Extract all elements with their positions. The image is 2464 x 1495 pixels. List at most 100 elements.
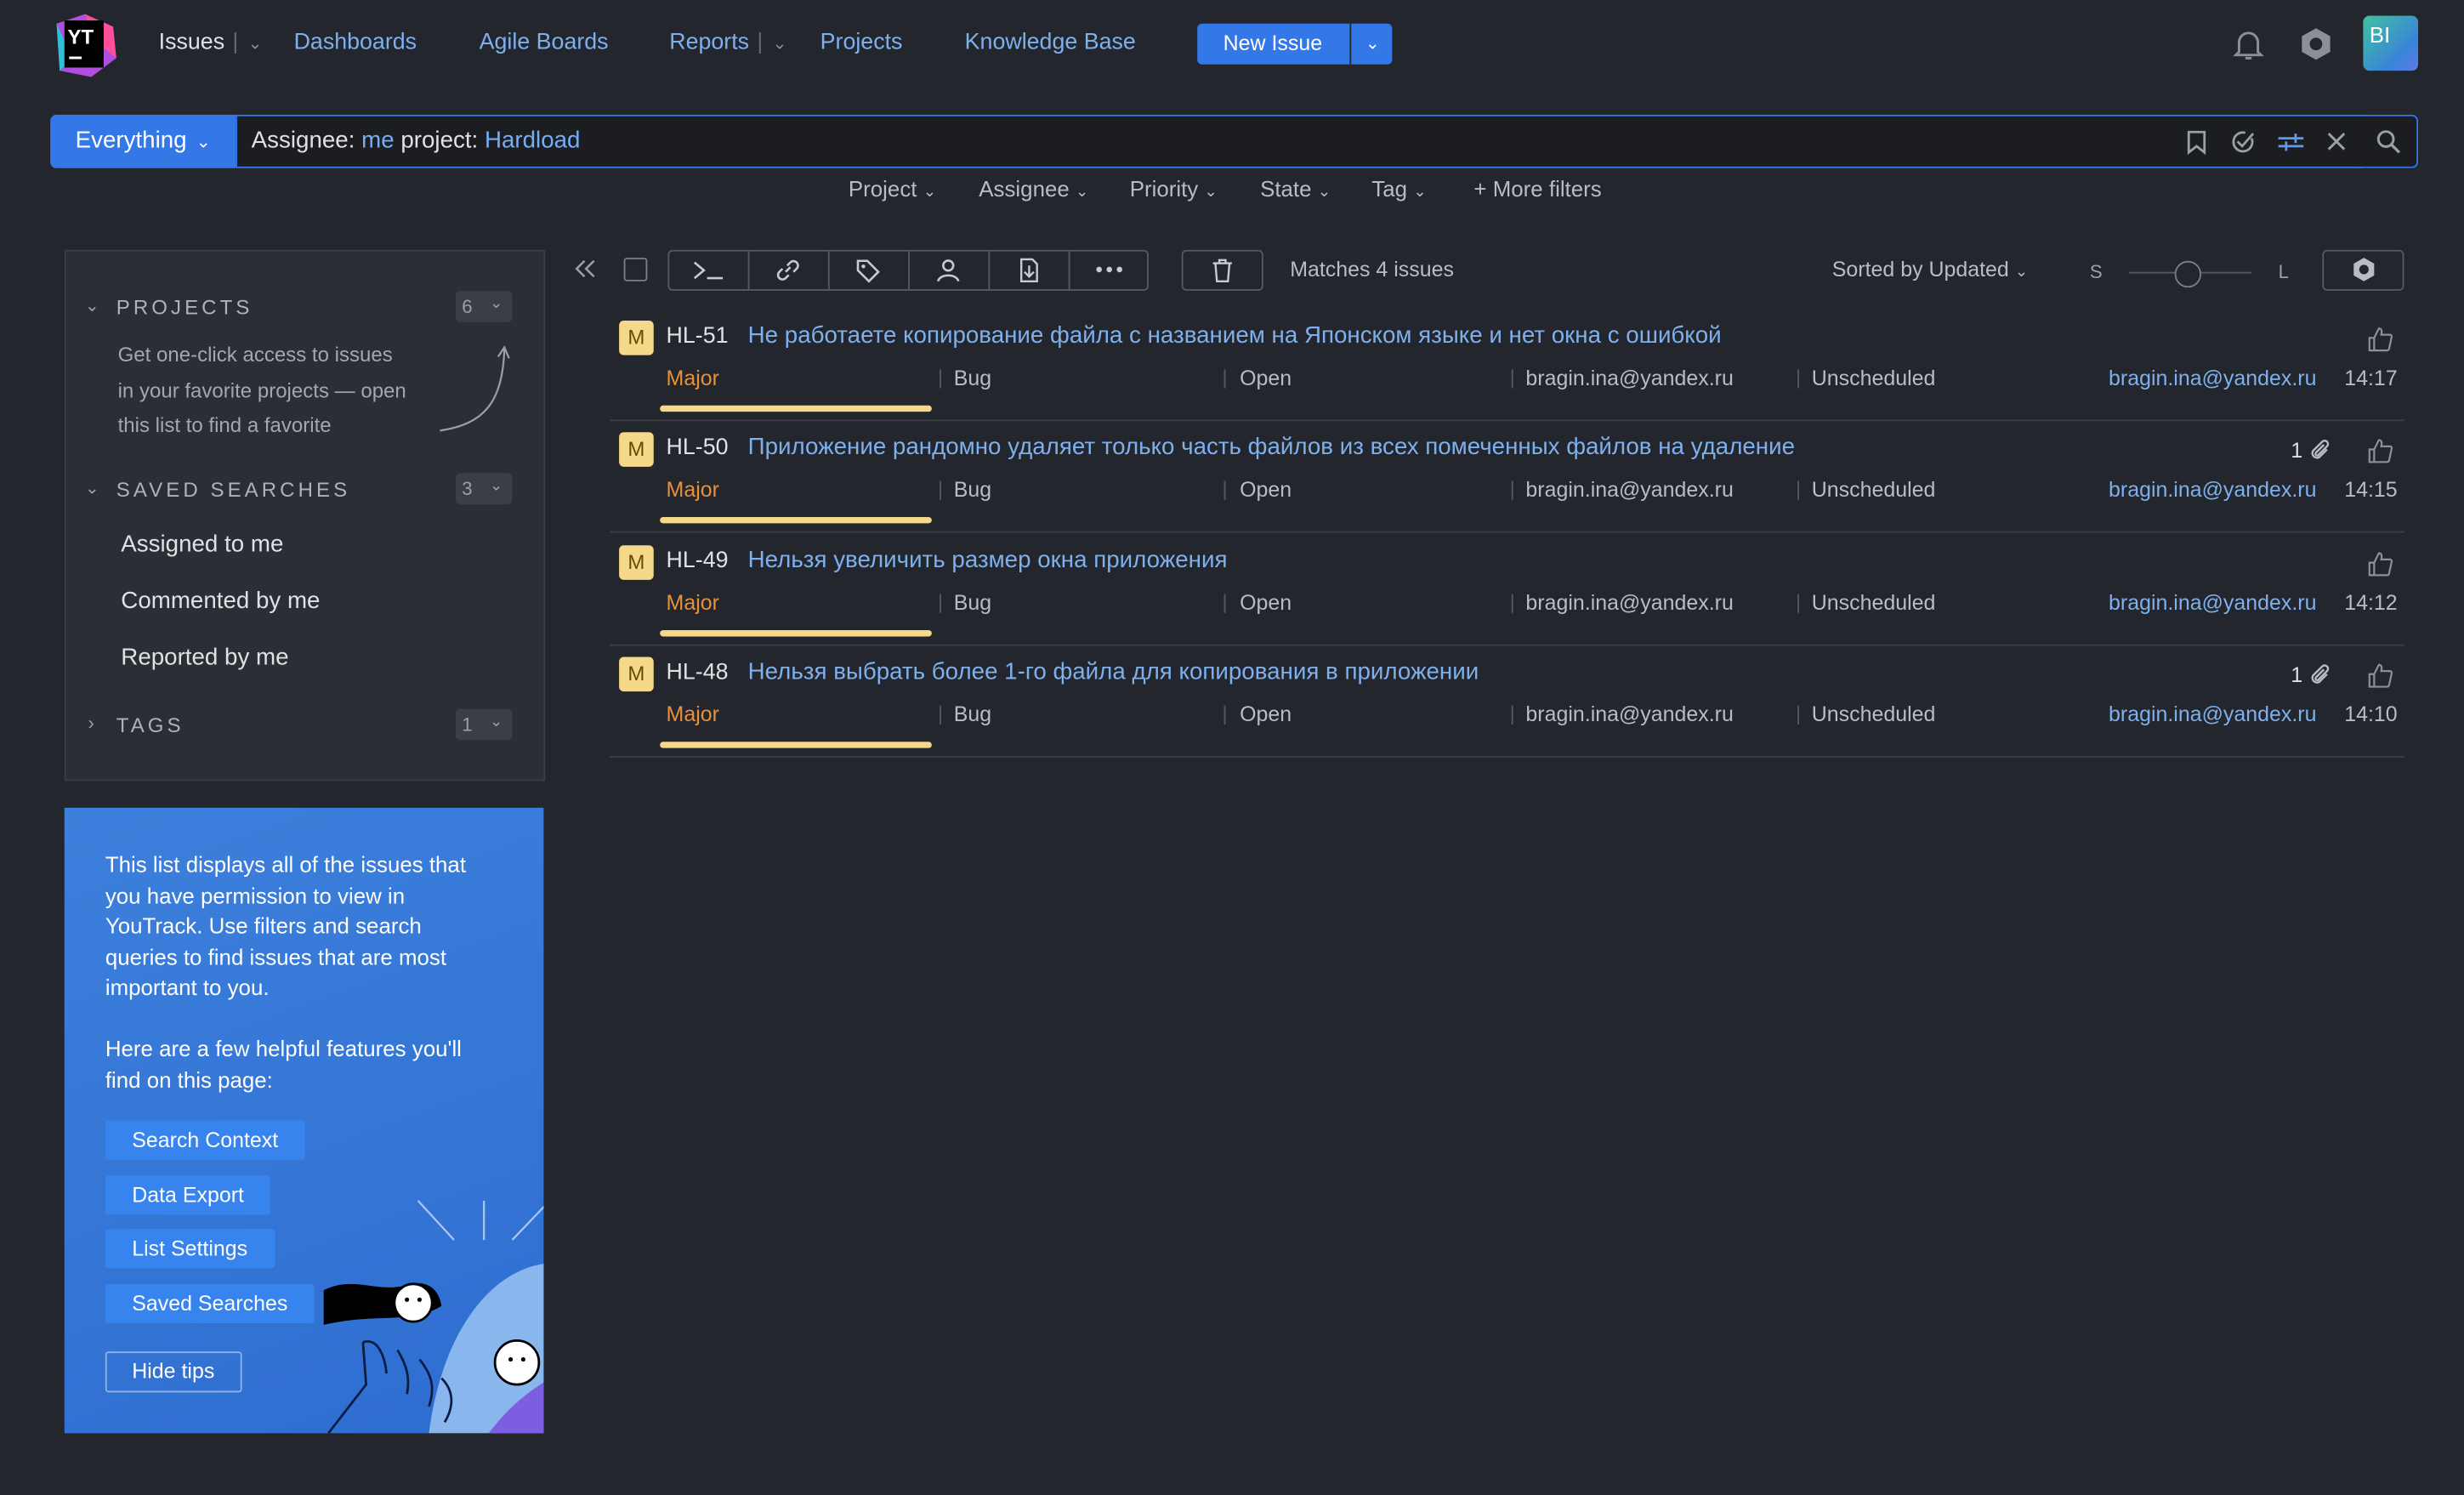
issue-sprint[interactable]: Unscheduled (1812, 367, 1936, 390)
projects-count-badge[interactable]: 6 ⌄ (455, 290, 513, 322)
issue-type[interactable]: Bug (954, 702, 991, 726)
issue-id[interactable]: HL-48 (667, 660, 729, 685)
saved-count-badge[interactable]: 3 ⌄ (455, 473, 513, 505)
bell-icon[interactable] (2231, 26, 2266, 61)
issue-sprint[interactable]: Unscheduled (1812, 702, 1936, 726)
delete-button[interactable] (1181, 249, 1263, 291)
apply-command-icon[interactable] (2229, 129, 2256, 156)
filter-assignee[interactable]: Assignee ⌄ (979, 176, 1088, 202)
assignee-button[interactable] (910, 251, 991, 290)
issue-state[interactable]: Open (1240, 591, 1292, 615)
thumbs-up-icon[interactable] (2366, 662, 2394, 690)
issue-summary-link[interactable]: Нельзя увеличить размер окна приложения (748, 547, 1228, 573)
issue-summary-link[interactable]: Нельзя выбрать более 1-го файла для копи… (748, 658, 1479, 685)
more-actions-button[interactable] (1070, 252, 1147, 289)
paperclip-icon[interactable] (2308, 663, 2334, 689)
filter-state[interactable]: State ⌄ (1260, 176, 1331, 202)
saved-searches-tip-button[interactable]: Saved Searches (105, 1283, 315, 1324)
saved-searches-title[interactable]: SAVED SEARCHES (116, 478, 350, 502)
issue-summary-link[interactable]: Не работаете копирование файла с названи… (748, 322, 1722, 349)
nav-knowledge-base[interactable]: Knowledge Base (965, 30, 1136, 55)
issue-reporter[interactable]: bragin.ina@yandex.ru (2109, 702, 2316, 726)
issue-state[interactable]: Open (1240, 367, 1292, 390)
link-button[interactable] (749, 251, 830, 290)
issue-id[interactable]: HL-50 (667, 435, 729, 461)
hide-tips-button[interactable]: Hide tips (105, 1351, 241, 1393)
sort-dropdown[interactable]: Sorted by Updated ⌄ (1832, 258, 2029, 281)
tags-count-badge[interactable]: 1 ⌄ (455, 708, 513, 741)
issue-state[interactable]: Open (1240, 478, 1292, 502)
issue-row[interactable]: M HL-51 Не работаете копирование файла с н… (610, 310, 2404, 422)
list-settings-tip-button[interactable]: List Settings (105, 1229, 275, 1269)
chevron-down-icon[interactable]: ⌄ (85, 478, 99, 498)
search-button[interactable] (2359, 114, 2419, 168)
saved-search-commented[interactable]: Commented by me (121, 588, 320, 614)
nav-agile-boards[interactable]: Agile Boards (480, 30, 609, 55)
youtrack-logo[interactable]: YT (50, 11, 119, 80)
issue-row[interactable]: M HL-49 Нельзя увеличить размер окна прило… (610, 534, 2404, 646)
data-export-tip-button[interactable]: Data Export (105, 1175, 271, 1215)
saved-search-assigned[interactable]: Assigned to me (121, 531, 283, 558)
new-issue-button[interactable]: New Issue ⌄ (1197, 23, 1394, 65)
issue-priority[interactable]: Major (667, 702, 719, 726)
filter-priority[interactable]: Priority ⌄ (1130, 176, 1218, 202)
bookmark-icon[interactable] (2184, 129, 2210, 156)
issue-row[interactable]: M HL-50 Приложение рандомно удаляет только… (610, 421, 2404, 533)
export-button[interactable] (990, 251, 1070, 290)
issue-reporter[interactable]: bragin.ina@yandex.ru (2109, 478, 2316, 502)
chevron-down-icon[interactable]: ⌄ (85, 295, 99, 315)
thumbs-up-icon[interactable] (2366, 550, 2394, 578)
search-input[interactable]: Assignee: me project: Hardload (236, 114, 2364, 168)
issue-reporter[interactable]: bragin.ina@yandex.ru (2109, 591, 2316, 615)
thumbs-up-icon[interactable] (2366, 437, 2394, 465)
issue-assignee[interactable]: bragin.ina@yandex.ru (1525, 478, 1733, 502)
issue-priority[interactable]: Major (667, 478, 719, 502)
help-icon[interactable] (2299, 26, 2334, 61)
chevron-down-icon[interactable]: ⌄ (247, 33, 262, 54)
issue-priority[interactable]: Major (667, 591, 719, 615)
nav-issues[interactable]: Issues | ⌄ (159, 30, 263, 55)
issue-assignee[interactable]: bragin.ina@yandex.ru (1525, 591, 1733, 615)
paperclip-icon[interactable] (2308, 439, 2334, 464)
issue-type[interactable]: Bug (954, 591, 991, 615)
filter-tag[interactable]: Tag ⌄ (1371, 176, 1426, 202)
issue-assignee[interactable]: bragin.ina@yandex.ru (1525, 367, 1733, 390)
more-filters-button[interactable]: + More filters (1473, 176, 1601, 202)
issue-row[interactable]: M HL-48 Нельзя выбрать более 1-го файла дл… (610, 646, 2404, 758)
collapse-sidebar-icon[interactable] (572, 256, 598, 281)
avatar[interactable]: BI (2363, 15, 2419, 71)
projects-hint: Get one-click access to issues in your f… (117, 342, 406, 437)
issue-id[interactable]: HL-49 (667, 549, 729, 574)
issue-priority[interactable]: Major (667, 367, 719, 390)
new-issue-dropdown[interactable]: ⌄ (1349, 23, 1394, 65)
list-settings-button[interactable] (2322, 249, 2404, 291)
filter-toggle-icon[interactable] (2277, 129, 2305, 156)
nav-reports[interactable]: Reports | ⌄ (669, 30, 786, 55)
tag-button[interactable] (830, 251, 910, 290)
tags-section-title[interactable]: TAGS (116, 713, 185, 737)
thumbs-up-icon[interactable] (2366, 326, 2394, 354)
search-context-tip-button[interactable]: Search Context (105, 1120, 305, 1160)
select-all-checkbox[interactable] (623, 258, 648, 281)
clear-icon[interactable] (2325, 130, 2348, 152)
chevron-right-icon[interactable]: › (88, 712, 94, 734)
projects-section-title[interactable]: PROJECTS (116, 295, 253, 319)
search-context-button[interactable]: Everything ⌄ (50, 114, 236, 168)
issue-id[interactable]: HL-51 (667, 324, 729, 350)
nav-dashboards[interactable]: Dashboards (294, 30, 417, 55)
issue-state[interactable]: Open (1240, 702, 1292, 726)
issue-type[interactable]: Bug (954, 367, 991, 390)
issue-sprint[interactable]: Unscheduled (1812, 478, 1936, 502)
size-slider-handle[interactable] (2174, 260, 2202, 288)
command-button[interactable] (669, 251, 750, 290)
chevron-down-icon[interactable]: ⌄ (772, 33, 786, 54)
nav-projects[interactable]: Projects (820, 30, 903, 55)
issue-sprint[interactable]: Unscheduled (1812, 591, 1936, 615)
saved-search-reported[interactable]: Reported by me (121, 645, 288, 671)
issue-assignee[interactable]: bragin.ina@yandex.ru (1525, 702, 1733, 726)
new-issue-label[interactable]: New Issue (1197, 24, 1348, 65)
issue-summary-link[interactable]: Приложение рандомно удаляет только часть… (748, 434, 1795, 460)
issue-type[interactable]: Bug (954, 478, 991, 502)
issue-reporter[interactable]: bragin.ina@yandex.ru (2109, 367, 2316, 390)
filter-project[interactable]: Project ⌄ (849, 176, 936, 202)
